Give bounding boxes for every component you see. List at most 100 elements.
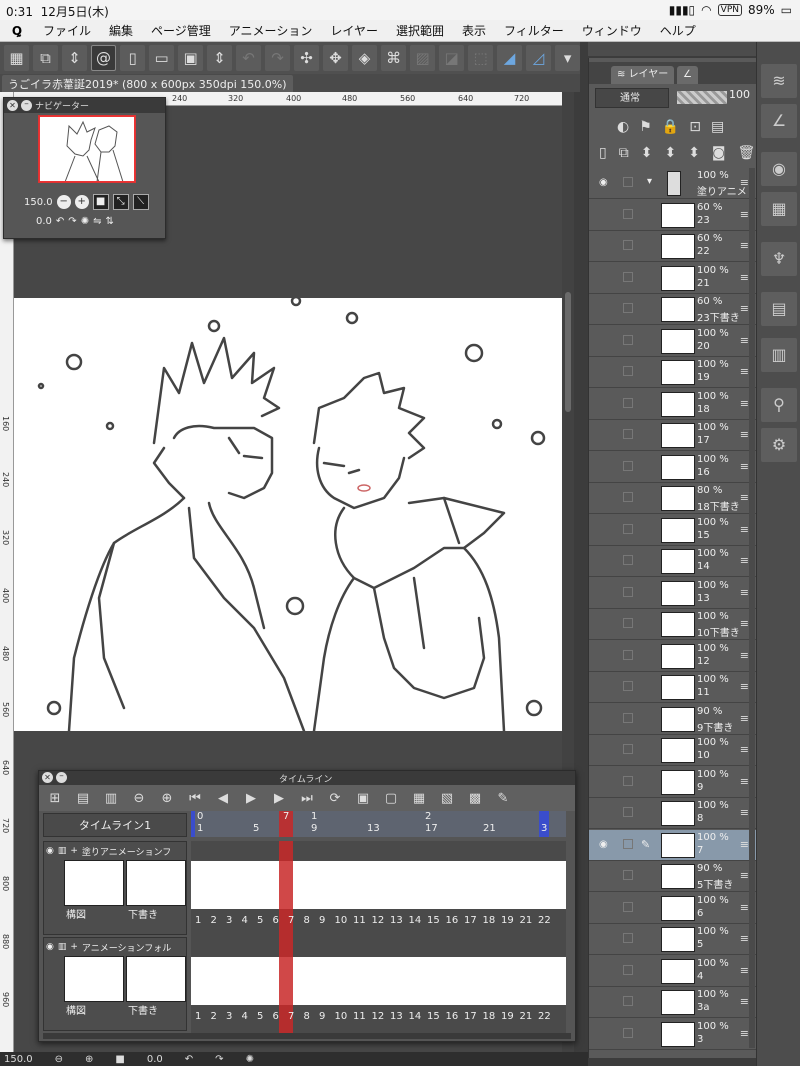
app-logo-icon[interactable]: Ꝗ — [0, 24, 34, 38]
layer-menu-icon[interactable]: ≡ — [740, 964, 749, 977]
sub-tool-icon[interactable]: ▥ — [761, 338, 797, 372]
add-folder-icon[interactable]: ▤ — [73, 791, 93, 806]
rotate-left-icon[interactable]: ↶ — [56, 216, 64, 227]
layer-row[interactable]: 100 % 10 ≡ — [589, 735, 757, 766]
layer-row[interactable]: 100 % 11 ≡ — [589, 672, 757, 703]
layer-checkbox[interactable] — [623, 649, 633, 660]
color-set-icon[interactable]: ▦ — [761, 192, 797, 226]
menu-layer[interactable]: レイヤー — [321, 22, 387, 39]
layer-row[interactable]: 100 % 6 ≡ — [589, 893, 757, 924]
layer-checkbox[interactable] — [623, 807, 633, 817]
eye-icon[interactable]: ◉ — [599, 177, 608, 188]
move-down-icon[interactable]: ⬍ — [641, 145, 653, 161]
layer-checkbox[interactable] — [623, 618, 633, 628]
layer-checkbox[interactable] — [623, 303, 633, 313]
layer-checkbox[interactable] — [623, 712, 633, 723]
loop-icon[interactable]: ⟳ — [325, 791, 345, 806]
light-table-icon[interactable]: ▧ — [437, 791, 457, 806]
layer-menu-icon[interactable]: ≡ — [740, 397, 749, 410]
layer-menu-icon[interactable]: ≡ — [740, 523, 749, 536]
layer-checkbox[interactable] — [623, 429, 633, 439]
rotate-left-icon[interactable]: ↶ — [185, 1054, 193, 1065]
play-icon[interactable]: ▶ — [241, 791, 261, 806]
menu-file[interactable]: ファイル — [34, 22, 100, 39]
layer-checkbox[interactable] — [623, 492, 633, 502]
layer-menu-icon[interactable]: ≡ — [740, 554, 749, 567]
delete-icon[interactable]: 🗑 — [738, 145, 756, 161]
lock-alpha-icon[interactable]: ⊡ — [689, 119, 701, 135]
cel-thumbnail[interactable] — [126, 860, 186, 906]
layer-checkbox[interactable] — [623, 460, 633, 471]
move-icon[interactable]: ✥ — [323, 45, 349, 71]
layer-row[interactable]: 100 % 12 ≡ — [589, 641, 757, 672]
layer-row[interactable]: 100 % 9 ≡ — [589, 767, 757, 798]
gear-icon[interactable]: ⚙ — [761, 428, 797, 462]
layer-menu-icon[interactable]: ≡ — [740, 743, 749, 756]
select-transform-icon[interactable]: ⌘ — [381, 45, 407, 71]
layer-menu-icon[interactable]: ≡ — [740, 806, 749, 819]
grid-icon[interactable]: ▦ — [4, 45, 29, 71]
updown-icon[interactable]: ⇕ — [62, 45, 87, 71]
zoom-out-icon[interactable]: ⊖ — [55, 1054, 63, 1065]
updown2-icon[interactable]: ⇕ — [207, 45, 233, 71]
layer-row[interactable]: 60 % 22 ≡ — [589, 231, 757, 262]
layer-row[interactable]: 100 % 10下書き ≡ — [589, 609, 757, 640]
layer-checkbox[interactable] — [623, 870, 633, 880]
frame-strip[interactable] — [191, 957, 566, 1005]
reference-icon[interactable]: ⚑ — [639, 119, 652, 135]
layer-checkbox[interactable] — [623, 366, 633, 376]
new-vector-icon[interactable]: ⧉ — [619, 145, 629, 161]
layer-row[interactable]: 100 % 17 ≡ — [589, 420, 757, 451]
zoom-in-icon[interactable]: ⊕ — [85, 1054, 93, 1065]
tab-layer[interactable]: ≋ レイヤー — [611, 66, 675, 84]
fit-icon[interactable]: ■ — [115, 1054, 124, 1065]
layer-row[interactable]: 80 % 18下書き ≡ — [589, 483, 757, 514]
layer-row[interactable]: 100 % 18 ≡ — [589, 389, 757, 420]
layer-checkbox[interactable] — [623, 1027, 633, 1038]
new-layer-icon[interactable]: ▯ — [599, 145, 607, 161]
layer-menu-icon[interactable]: ≡ — [740, 932, 749, 945]
new-timeline-icon[interactable]: ⊞ — [45, 791, 65, 806]
layer-checkbox[interactable] — [623, 334, 633, 345]
layer-checkbox[interactable] — [623, 523, 633, 534]
layer-menu-icon[interactable]: ≡ — [740, 775, 749, 788]
track-frames[interactable]: 1 2 3 4 5 6 7 8 9 10 11 12 13 14 15 16 17 18 19 21 22 — [191, 937, 566, 1033]
layer-row[interactable]: 100 % 16 ≡ — [589, 452, 757, 483]
blend-mode-select[interactable]: 通常 — [595, 88, 669, 108]
select-all-icon[interactable]: ⬚ — [468, 45, 494, 71]
transform-icon[interactable]: ✣ — [294, 45, 320, 71]
onion-skin-icon[interactable]: ▦ — [409, 791, 429, 806]
frame-strip[interactable] — [191, 861, 566, 909]
layer-row[interactable]: 100 % 20 ≡ — [589, 326, 757, 357]
material-icon[interactable]: ▤ — [761, 292, 797, 326]
layer-row[interactable]: 90 % 9下書き ≡ — [589, 704, 757, 735]
fill-gray-icon[interactable]: ◪ — [439, 45, 465, 71]
layer-menu-icon[interactable]: ≡ — [740, 271, 749, 284]
layer-row[interactable]: 60 % 23 ≡ — [589, 200, 757, 231]
layer-checkbox[interactable] — [623, 681, 633, 691]
layer-menu-icon[interactable]: ≡ — [740, 460, 749, 473]
layer-menu-icon[interactable]: ≡ — [740, 649, 749, 662]
layer-checkbox[interactable] — [623, 964, 633, 975]
drawing-canvas[interactable] — [14, 298, 562, 731]
export-icon[interactable]: ▩ — [465, 791, 485, 806]
opacity-slider[interactable] — [677, 91, 727, 104]
layer-menu-icon[interactable]: ≡ — [740, 838, 749, 851]
layer-checkbox[interactable] — [623, 838, 633, 849]
tab-tool-property[interactable]: ∠ — [677, 66, 698, 84]
menu-page[interactable]: ページ管理 — [142, 22, 220, 39]
close-icon[interactable]: ✕ — [7, 100, 18, 111]
zoom-in-icon[interactable]: ⊕ — [157, 791, 177, 806]
layer-menu-icon[interactable]: ≡ — [740, 680, 749, 693]
layer-row[interactable]: 90 % 5下書き ≡ — [589, 861, 757, 892]
cel-thumbnail[interactable] — [64, 956, 124, 1002]
layers-icon[interactable]: ≋ — [761, 64, 797, 98]
layer-menu-icon[interactable]: ≡ — [740, 901, 749, 914]
timeline-track[interactable]: ◉ ▥ + アニメーションフォル 構図 下書き — [43, 937, 187, 1031]
layer-checkbox[interactable] — [623, 555, 633, 565]
layer-checkbox[interactable] — [623, 586, 633, 597]
menu-animation[interactable]: アニメーション — [220, 22, 322, 39]
minimize-icon[interactable]: – — [56, 772, 67, 783]
add-icon[interactable]: + — [70, 846, 78, 856]
timeline-track[interactable]: ◉ ▥ + 塗りアニメーションフ 構図 下書き — [43, 841, 187, 935]
